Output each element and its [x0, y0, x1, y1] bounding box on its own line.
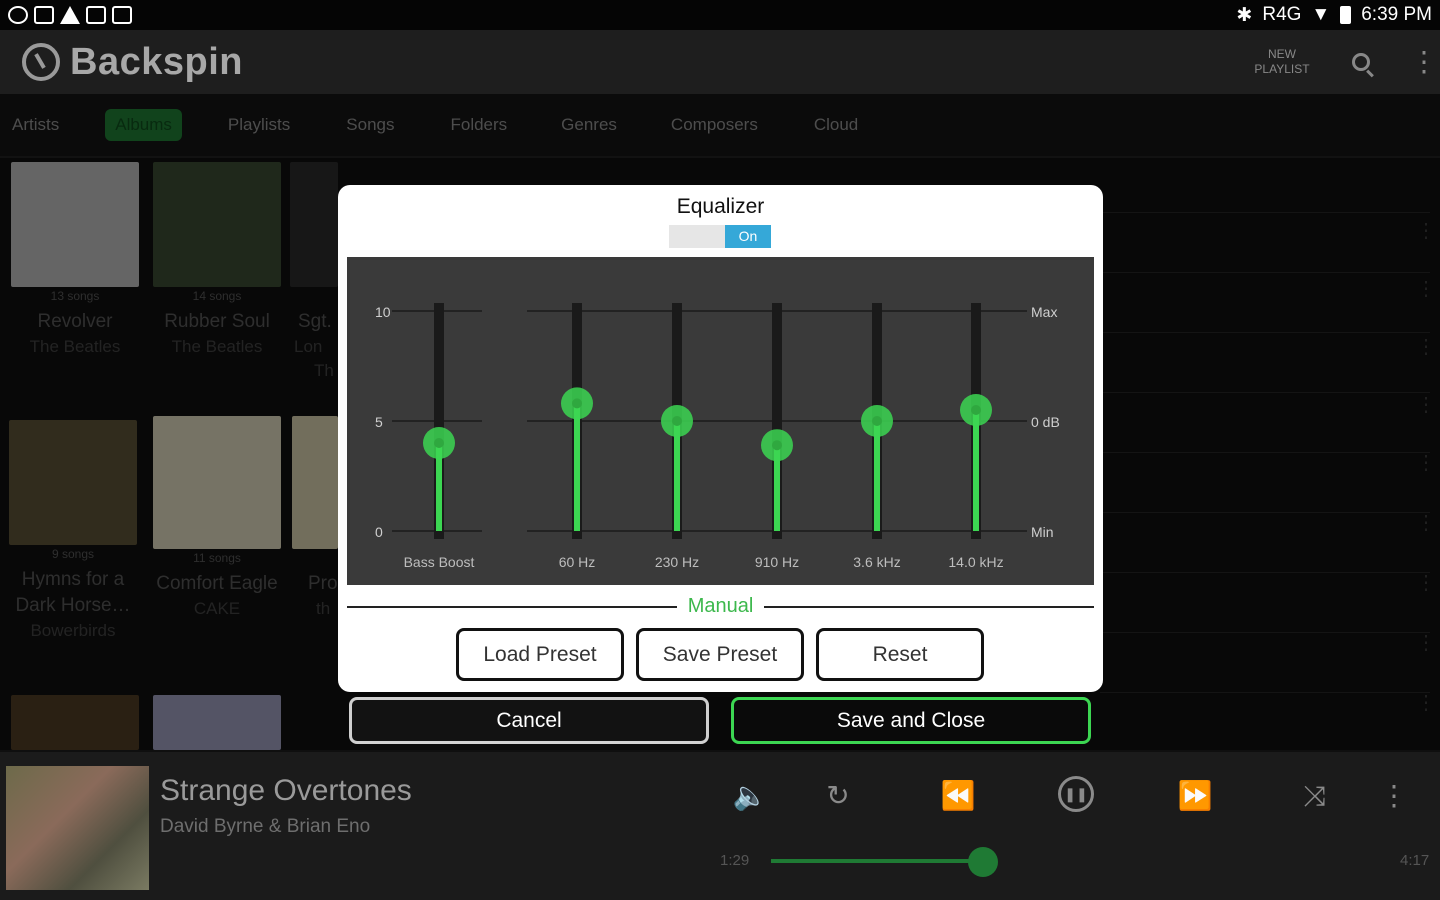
signal-label: R4G: [1262, 4, 1302, 25]
scale-left-label: 0: [375, 524, 383, 540]
band-label: Bass Boost: [404, 554, 475, 570]
elapsed-time: 1:29: [720, 852, 750, 869]
wifi-icon: ▼: [1311, 4, 1331, 25]
bluetooth-icon: ✱: [1236, 4, 1253, 26]
app-screen: ✱ R4G ▼ 6:39 PM Backspin NEW PLAYLIST ⋮ …: [0, 0, 1440, 900]
now-playing-bar: Strange Overtones David Byrne & Brian En…: [0, 752, 1440, 900]
clock: 6:39 PM: [1361, 4, 1432, 25]
previous-icon[interactable]: ⏪: [938, 778, 978, 814]
band-label: 910 Hz: [755, 554, 799, 570]
band-label: 14.0 kHz: [948, 554, 1003, 570]
status-bar: ✱ R4G ▼ 6:39 PM: [0, 0, 1440, 30]
band-handle-center: [772, 440, 782, 451]
band-handle-center: [672, 416, 682, 426]
load-preset-button[interactable]: Load Preset: [456, 628, 624, 681]
pause-icon[interactable]: ❚❚: [1058, 776, 1094, 812]
equalizer-toggle[interactable]: On: [669, 225, 771, 248]
equalizer-panel: 10 Max 5 0 dB 0 Min Bass Boost 60 Hz 230 Hz 910 H…: [347, 257, 1094, 585]
band-fill: [674, 421, 680, 531]
scale-right-label: Max: [1031, 304, 1057, 320]
band-fill: [574, 403, 580, 531]
warning-icon: [60, 6, 80, 24]
shuffle-icon[interactable]: ⤨: [1295, 778, 1335, 814]
divider-right: [764, 606, 1094, 608]
scale-left-label: 5: [375, 414, 383, 430]
player-more-icon[interactable]: ⋮: [1374, 778, 1414, 814]
backspin-logo-icon: [22, 43, 60, 81]
cancel-button[interactable]: Cancel: [349, 697, 709, 744]
battery-icon: [1340, 6, 1352, 24]
volume-icon[interactable]: 🔈: [730, 778, 770, 814]
scale-right-label: Min: [1031, 524, 1054, 540]
band-handle-center: [434, 438, 444, 448]
scale-left-label: 10: [375, 304, 391, 320]
band-label: 230 Hz: [655, 554, 699, 570]
app-bar: Backspin NEW PLAYLIST ⋮: [0, 30, 1440, 94]
track-title: Strange Overtones: [160, 774, 412, 807]
seek-thumb[interactable]: [968, 847, 998, 877]
now-playing-artwork[interactable]: [6, 766, 149, 890]
save-and-close-button[interactable]: Save and Close: [731, 697, 1091, 744]
track-artist: David Byrne & Brian Eno: [160, 816, 371, 837]
band-handle-center: [572, 398, 582, 409]
equalizer-dialog: Equalizer On 10 Max 5 0 dB 0 Min Bass Boost 60 …: [338, 185, 1103, 692]
repeat-icon[interactable]: ↻: [818, 778, 858, 814]
next-icon[interactable]: ⏩: [1175, 778, 1215, 814]
dialog-title: Equalizer: [676, 195, 765, 218]
app-icon: [86, 6, 106, 24]
band-label: 3.6 kHz: [853, 554, 900, 570]
seek-bar[interactable]: [771, 859, 983, 863]
more-options-icon[interactable]: ⋮: [1410, 48, 1438, 76]
equalizer-sliders: 10 Max 5 0 dB 0 Min Bass Boost 60 Hz 230 Hz 910 H…: [375, 303, 1060, 570]
track-duration: 4:17: [1400, 852, 1430, 869]
save-preset-button[interactable]: Save Preset: [636, 628, 804, 681]
gallery-icon: [34, 6, 54, 24]
scale-right-label: 0 dB: [1031, 414, 1060, 430]
band-handle-center: [971, 405, 981, 415]
band-fill: [973, 410, 979, 531]
reset-button[interactable]: Reset: [816, 628, 984, 681]
notification-icon: [8, 6, 28, 24]
band-handle-center: [872, 416, 882, 426]
search-icon[interactable]: [1352, 53, 1370, 71]
app-title: Backspin: [70, 40, 243, 83]
band-fill: [874, 421, 880, 531]
band-label: 60 Hz: [559, 554, 596, 570]
photo-icon: [112, 6, 132, 24]
new-playlist-button[interactable]: NEW PLAYLIST: [1252, 47, 1312, 77]
toggle-on-label: On: [725, 225, 771, 248]
